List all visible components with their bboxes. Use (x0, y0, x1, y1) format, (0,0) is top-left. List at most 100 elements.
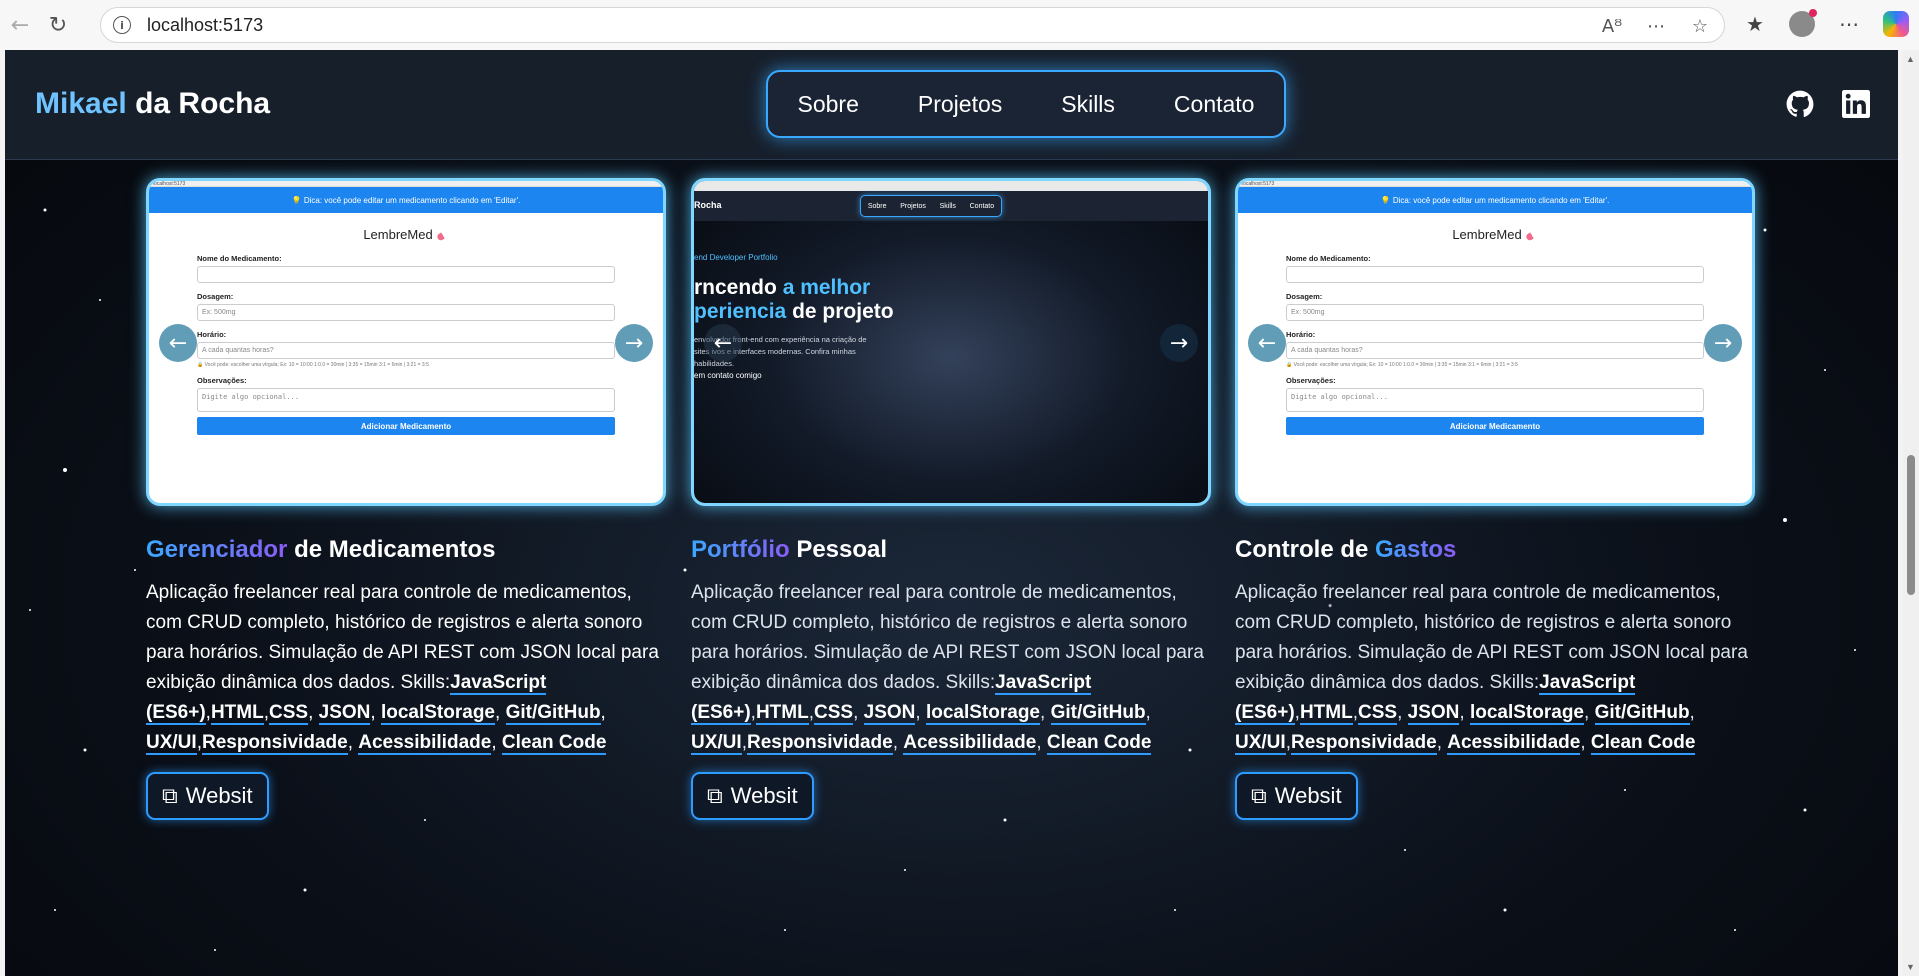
mock-form: LembreMed Nome do Medicamento: Dosagem: … (149, 213, 663, 435)
project-card-medicamentos: localhost:5173 💡 Dica: você pode editar … (146, 178, 666, 820)
scroll-down-icon[interactable]: ▼ (1906, 962, 1915, 972)
project-title: Controle de Gastos (1235, 536, 1755, 564)
carousel-next-arrow-icon[interactable]: → (1704, 324, 1742, 362)
url-text[interactable]: localhost:5173 (147, 15, 263, 36)
skill-tag: Responsividade (201, 732, 348, 755)
linkedin-icon[interactable] (1842, 90, 1870, 118)
project-description-text: Aplicação freelancer real para controle … (691, 582, 1204, 693)
profile-avatar[interactable] (1789, 9, 1817, 37)
favorites-icon[interactable]: ★ (1739, 8, 1771, 40)
mock-app-title: LembreMed (197, 227, 615, 242)
mock-nav: Sobre Projetos Skills Contato (860, 195, 1002, 217)
mock-header: Rocha Sobre Projetos Skills Contato (694, 191, 1208, 221)
back-icon[interactable]: ← (2, 7, 38, 43)
carousel-prev-arrow-icon[interactable]: ← (704, 324, 742, 362)
page-viewport: Mikael da Rocha Sobre Projetos Skills Co… (5, 50, 1898, 976)
page-scrollbar[interactable]: ▲ ▼ (1903, 50, 1919, 976)
website-button[interactable]: ⧉ Websit (691, 772, 814, 820)
skill-tag: Git/GitHub (1594, 702, 1690, 725)
carousel-prev-arrow-icon[interactable]: ← (1248, 324, 1286, 362)
skill-tag: HTML (210, 702, 264, 725)
skill-tag: CSS (1358, 702, 1398, 725)
mock-portfolio: Rocha Sobre Projetos Skills Contato end … (694, 181, 1208, 503)
mock-label-time: Horário: (1286, 330, 1316, 339)
read-aloud-icon[interactable]: Aᴽ (1598, 12, 1626, 40)
nav-link-contato[interactable]: Contato (1174, 91, 1255, 118)
external-link-icon: ⧉ (707, 783, 723, 808)
logo-first-name: Mikael (35, 87, 127, 120)
website-button[interactable]: ⧉ Websit (146, 772, 269, 820)
project-title: Gerenciador de Medicamentos (146, 536, 666, 564)
site-header: Mikael da Rocha Sobre Projetos Skills Co… (5, 50, 1898, 160)
reload-icon[interactable]: ↻ (40, 7, 76, 43)
project-description-text: Aplicação freelancer real para controle … (146, 582, 659, 693)
browser-toolbar: ← ↻ i localhost:5173 Aᴽ ⋯ ☆ ★ ⋯ (0, 0, 1919, 50)
mock-nav-item: Contato (969, 202, 995, 210)
project-title-highlight: Gerenciador (146, 536, 288, 563)
skill-tag: JSON (863, 702, 916, 725)
website-button-label: Websit (185, 783, 253, 808)
scroll-up-icon[interactable]: ▲ (1906, 54, 1915, 64)
project-title-rest: Pessoal (796, 536, 888, 563)
nav-link-skills[interactable]: Skills (1061, 91, 1115, 118)
skill-tag: Responsividade (1290, 732, 1437, 755)
mock-label-name: Nome do Medicamento: (1286, 254, 1371, 263)
skill-tag: Acessibilidade (1447, 732, 1581, 755)
project-screenshot-carousel: localhost:5173 💡 Dica: você pode editar … (146, 178, 666, 506)
nav-link-projetos[interactable]: Projetos (918, 91, 1002, 118)
mock-note: 🔒 Você pode: escolher uma vírgula; Ex: 1… (197, 362, 429, 368)
project-card-gastos: localhost:5173 💡 Dica: você pode editar … (1235, 178, 1755, 820)
pill-icon (435, 229, 450, 242)
more-options-icon[interactable]: ⋯ (1642, 12, 1670, 40)
logo-last-name: da Rocha (135, 87, 271, 120)
address-bar[interactable]: i localhost:5173 Aᴽ ⋯ ☆ (100, 7, 1725, 43)
website-button[interactable]: ⧉ Websit (1235, 772, 1358, 820)
mock-browser-bar: localhost:5173 (1238, 181, 1752, 187)
skill-tag: JSON (318, 702, 371, 725)
mock-label-obs: Observações: (1286, 376, 1336, 385)
mock-label-time: Horário: (197, 330, 227, 339)
mock-input-time: A cada quantas horas? (1286, 342, 1704, 359)
carousel-prev-arrow-icon[interactable]: ← (159, 324, 197, 362)
nav-link-sobre[interactable]: Sobre (798, 91, 859, 118)
pill-icon (1524, 229, 1539, 242)
project-title-rest: Controle de (1235, 536, 1369, 563)
mock-input-time: A cada quantas horas? (197, 342, 615, 359)
github-icon[interactable] (1786, 90, 1814, 118)
carousel-next-arrow-icon[interactable]: → (1160, 324, 1198, 362)
skill-tag: UX/UI (146, 732, 197, 755)
project-description-text: Aplicação freelancer real para controle … (1235, 582, 1748, 693)
copilot-icon[interactable] (1883, 11, 1909, 37)
mock-textarea-obs: Digite algo opcional... (197, 388, 615, 412)
skill-tag: CSS (814, 702, 854, 725)
project-description: Aplicação freelancer real para controle … (146, 582, 659, 755)
mock-tab-text: localhost:5173 (1242, 181, 1275, 187)
info-icon[interactable]: i (113, 16, 131, 34)
menu-icon[interactable]: ⋯ (1833, 8, 1865, 40)
skill-tag: localStorage (925, 702, 1040, 725)
mock-tip-banner: 💡 Dica: você pode editar um medicamento … (1238, 187, 1752, 213)
skill-tag: CSS (269, 702, 309, 725)
website-button-label: Websit (730, 783, 798, 808)
mock-browser-bar: localhost:5173 (149, 181, 663, 187)
project-title: Portfólio Pessoal (691, 536, 1211, 564)
site-logo[interactable]: Mikael da Rocha (35, 87, 270, 121)
project-title-highlight: Gastos (1375, 536, 1457, 563)
mock-hero-part: de projeto (792, 300, 894, 323)
scroll-thumb[interactable] (1907, 455, 1915, 595)
project-title-rest: de Medicamentos (294, 536, 496, 563)
skill-tag: Clean Code (501, 732, 607, 755)
skill-tag: UX/UI (1235, 732, 1286, 755)
mock-textarea-obs: Digite algo opcional... (1286, 388, 1704, 412)
skill-tag: localStorage (1469, 702, 1584, 725)
mock-cta: em contato comigo (694, 371, 762, 380)
skill-tag: Git/GitHub (505, 702, 601, 725)
mock-label-name: Nome do Medicamento: (197, 254, 282, 263)
carousel-next-arrow-icon[interactable]: → (615, 324, 653, 362)
mock-subtitle: end Developer Portfolio (694, 253, 778, 262)
mock-app-title-text: LembreMed (363, 227, 433, 242)
mock-browser-bar (694, 181, 1208, 191)
favorite-star-icon[interactable]: ☆ (1686, 12, 1714, 40)
mock-hero-highlight: a melhor (782, 276, 871, 299)
skill-tag: Clean Code (1590, 732, 1696, 755)
